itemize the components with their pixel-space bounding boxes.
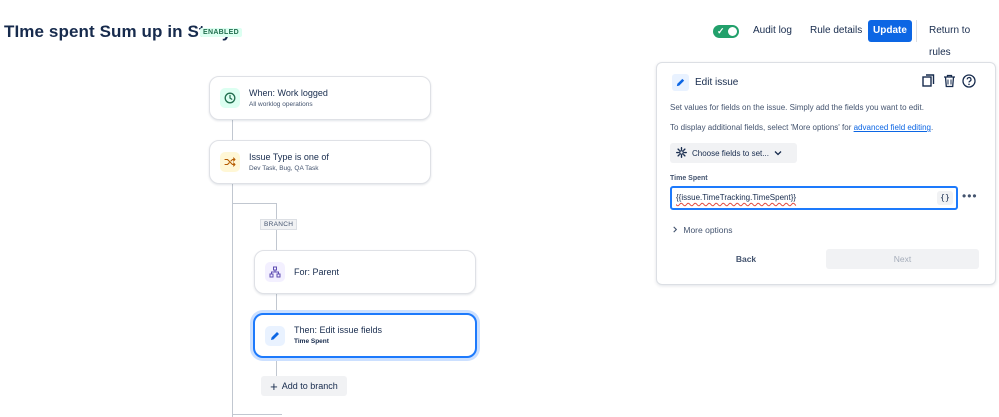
condition-title: Issue Type is one of [249,152,329,162]
trigger-subtitle: All worklog operations [249,101,313,108]
panel-title: Edit issue [695,77,739,88]
choose-fields-dropdown[interactable]: Choose fields to set... [670,143,797,163]
time-spent-label: Time Spent [670,175,708,182]
condition-subtitle: Dev Task, Bug, QA Task [249,165,319,172]
add-to-branch-button[interactable]: + Add to branch [261,376,347,396]
branch-title: For: Parent [294,267,340,277]
more-options-toggle[interactable]: More options [672,225,733,235]
connector-line [276,292,277,314]
time-spent-input[interactable]: {{issue.TimeTracking.TimeSpent}} {} [670,186,958,210]
branch-tag: BRANCH [260,219,298,230]
branch-card[interactable]: For: Parent [254,250,476,294]
check-icon: ✓ [717,26,725,36]
clock-icon [220,88,240,108]
branch-connector [232,203,276,204]
rule-enabled-toggle[interactable]: ✓ [713,25,739,38]
audit-log-button[interactable]: Audit log [747,20,798,42]
header-divider [916,20,917,42]
connector-line [232,183,233,417]
gear-icon [676,146,687,160]
plus-icon: + [270,378,278,394]
panel-description: Set values for fields on the issue. Simp… [670,103,924,112]
smart-value-button[interactable]: {} [937,191,953,205]
advanced-field-editing-link[interactable]: advanced field editing [854,123,931,132]
update-button[interactable]: Update [868,20,912,42]
connector-line [232,118,233,141]
more-options-label: More options [683,225,733,235]
condition-card[interactable]: Issue Type is one of Dev Task, Bug, QA T… [209,140,431,184]
return-to-rules-button[interactable]: Return to rules [923,20,999,58]
panel-more-info: To display additional fields, select 'Mo… [670,123,933,132]
action-card[interactable]: Then: Edit issue fields Time Spent [253,313,477,358]
help-icon[interactable] [962,74,976,93]
more-info-prefix: To display additional fields, select 'Mo… [670,123,854,132]
chevron-down-icon [774,149,782,158]
back-button[interactable]: Back [670,249,822,269]
add-to-branch-label: Add to branch [281,381,338,391]
connector-line [232,414,282,415]
more-actions-icon[interactable]: ••• [962,189,978,203]
pencil-icon [265,326,285,346]
hierarchy-icon [265,262,285,282]
trigger-title: When: Work logged [249,88,328,98]
more-info-suffix: . [930,123,934,132]
page-title: TIme spent Sum up in Story [4,22,232,41]
trash-icon[interactable] [943,74,956,93]
time-spent-value: {{issue.TimeTracking.TimeSpent}} [676,193,797,202]
duplicate-icon[interactable] [922,74,935,93]
choose-fields-label: Choose fields to set... [692,148,769,158]
connector-line [276,356,277,377]
toggle-knob [728,27,737,36]
action-title: Then: Edit issue fields [294,325,383,335]
rule-details-button[interactable]: Rule details [804,20,868,42]
chevron-right-icon [672,225,680,235]
next-button[interactable]: Next [826,249,979,269]
trigger-card[interactable]: When: Work logged All worklog operations [209,76,431,120]
shuffle-icon [220,152,240,172]
action-subtitle: Time Spent [294,338,329,345]
status-badge: ENABLED [200,28,242,37]
pencil-icon [672,74,689,91]
